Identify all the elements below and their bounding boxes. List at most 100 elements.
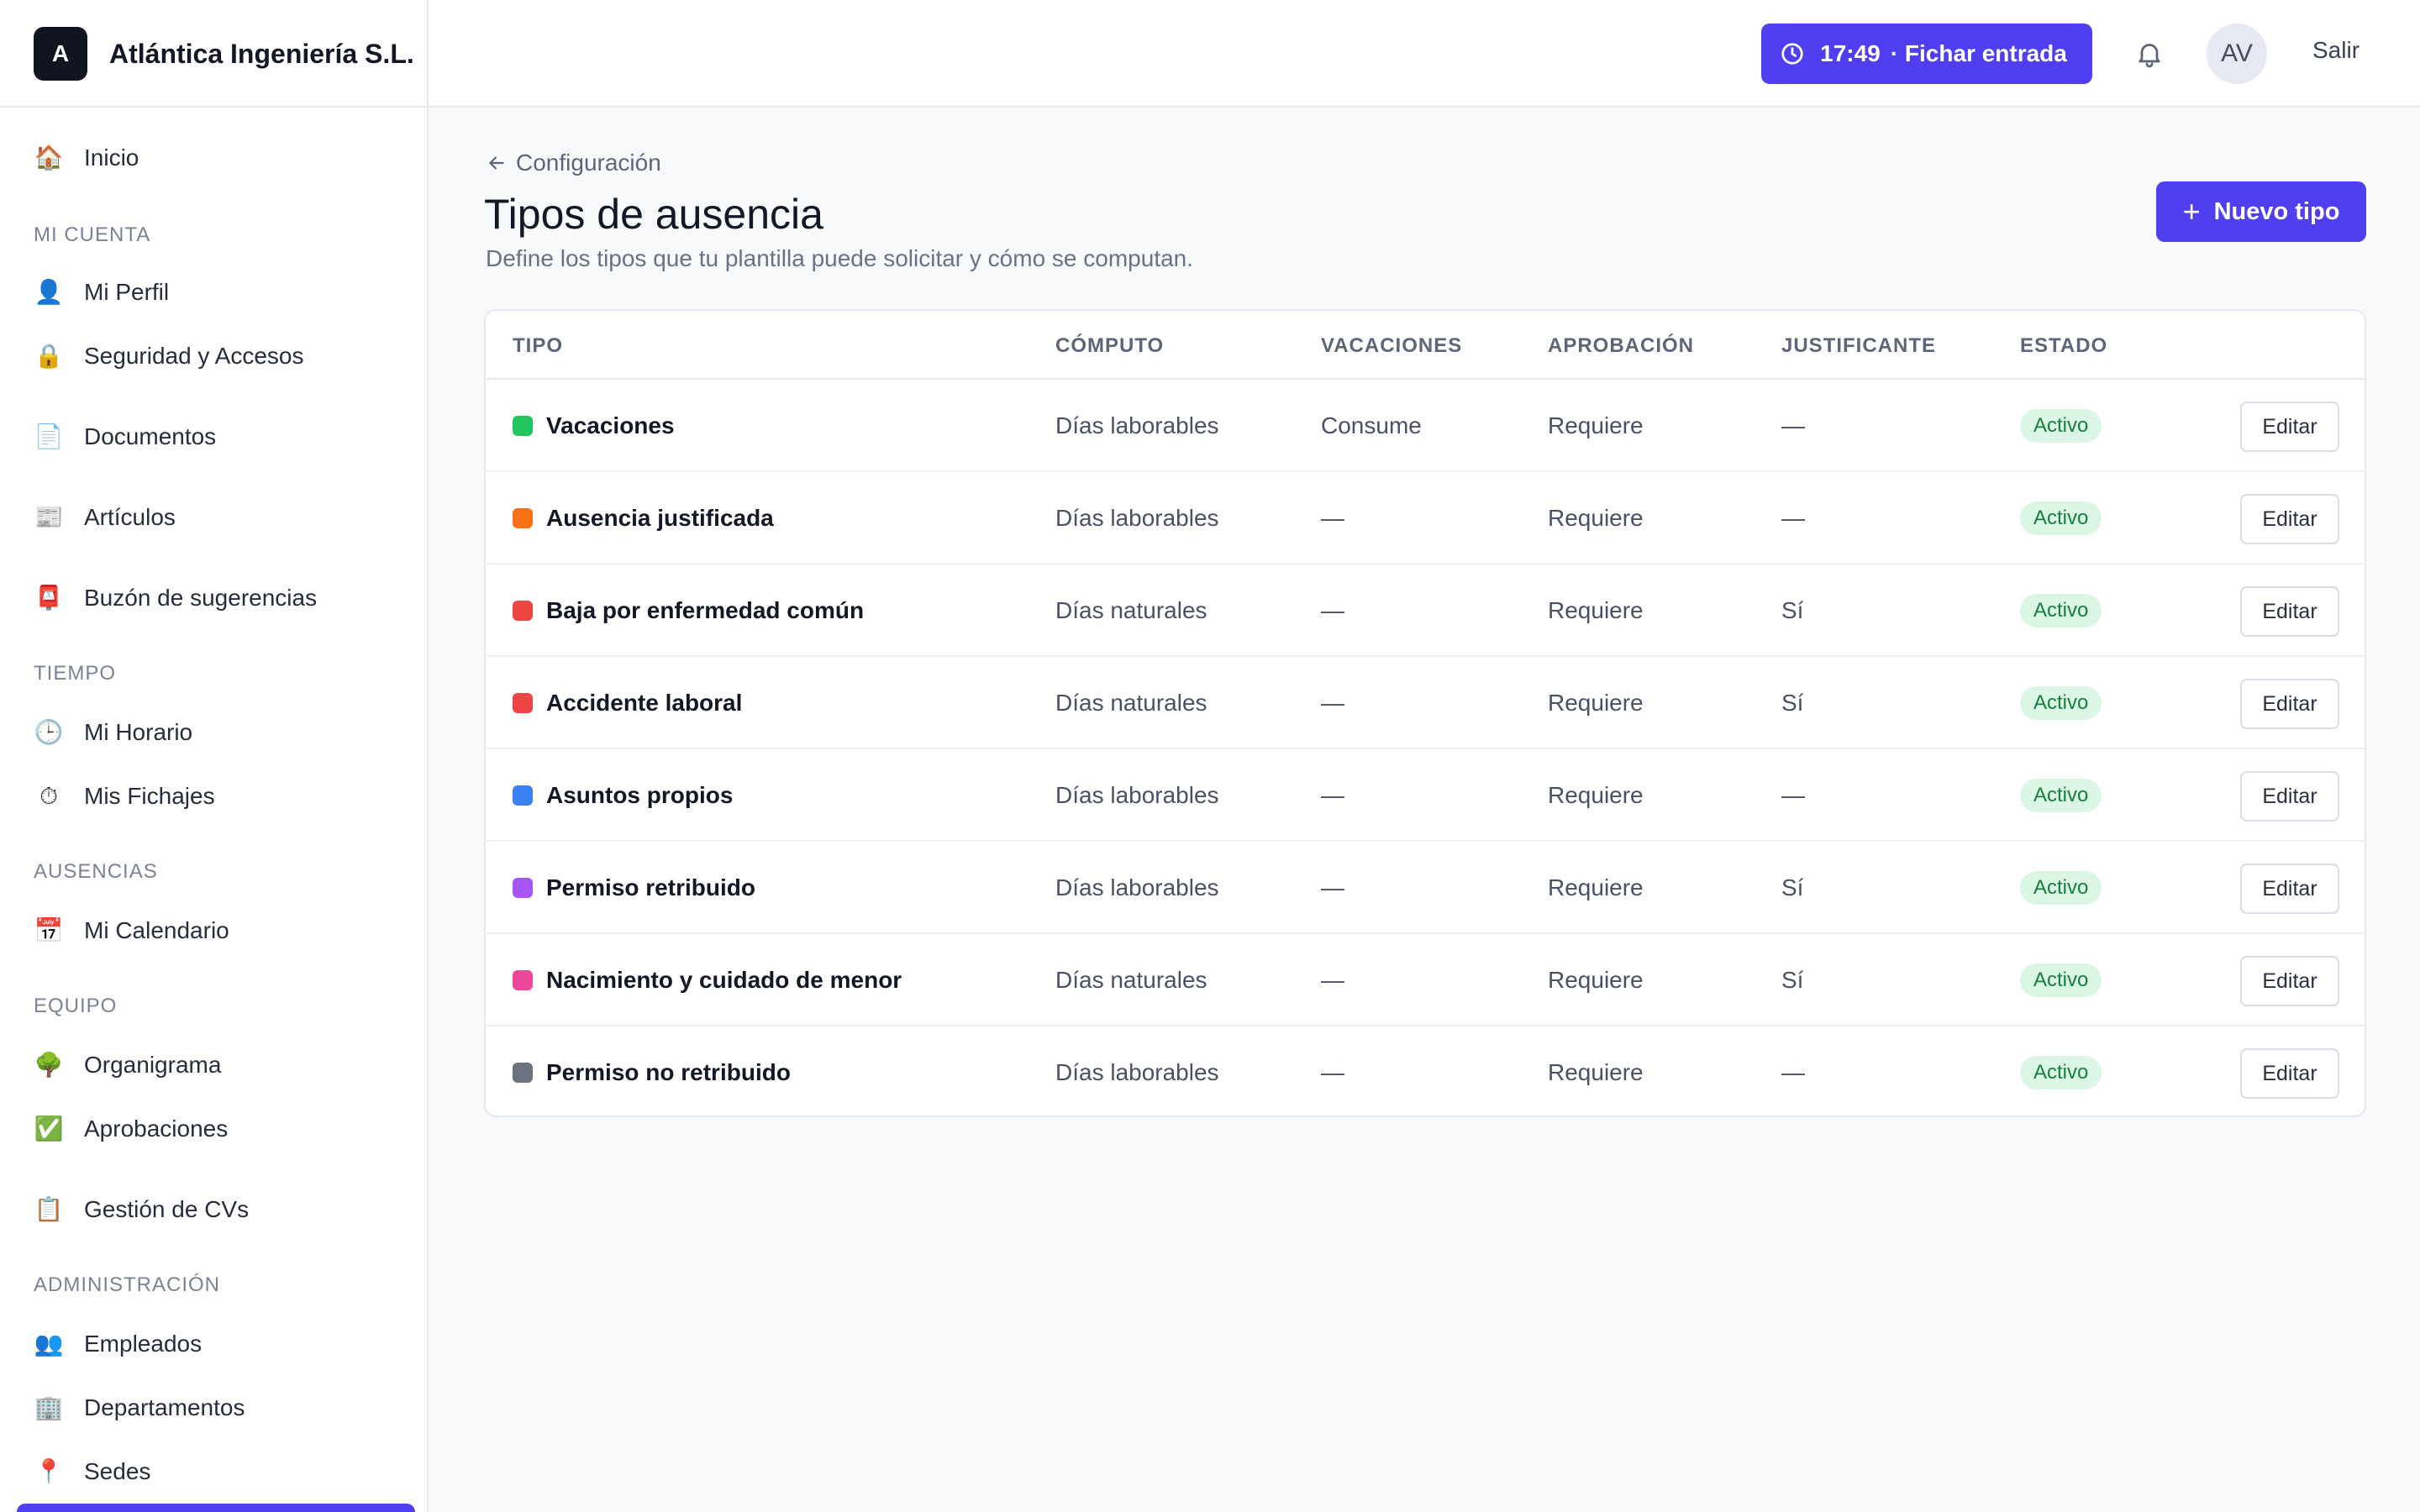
sidebar-item-organigrama[interactable]: 🌳 Organigrama (34, 1045, 222, 1085)
aprobacion-cell: Requiere (1548, 690, 1644, 716)
sidebar-item-seguridad[interactable]: 🔒 Seguridad y Accesos (34, 336, 304, 376)
computo-cell: Días naturales (1055, 967, 1207, 993)
clock-time: 17:49 (1820, 40, 1881, 66)
newspaper-icon: 📰 (34, 504, 64, 530)
page-title: Tipos de ausencia (484, 191, 823, 238)
sidebar-item-empleados[interactable]: 👥 Empleados (34, 1324, 203, 1364)
people-icon: 👥 (34, 1331, 64, 1357)
plus-icon: + (2182, 194, 2201, 228)
sidebar-item-label: Buzón de sugerencias (84, 585, 318, 611)
status-badge: Activo (2020, 963, 2102, 997)
sidebar-item-perfil[interactable]: 👤 Mi Perfil (34, 272, 170, 312)
sidebar-item-articulos[interactable]: 📰 Artículos (34, 497, 176, 538)
status-badge: Activo (2020, 686, 2102, 720)
edit-button[interactable]: Editar (2240, 402, 2339, 452)
aprobacion-cell: Requiere (1548, 412, 1644, 438)
aprobacion-cell: Requiere (1548, 597, 1644, 623)
sidebar-item-label: Seguridad y Accesos (84, 343, 304, 369)
breadcrumb-back-link[interactable]: Configuración (486, 150, 661, 176)
status-badge: Activo (2020, 501, 2102, 535)
notifications-bell-icon[interactable] (2129, 34, 2170, 74)
person-icon: 👤 (34, 279, 64, 305)
sidebar-item-cvs[interactable]: 📋 Gestión de CVs (34, 1189, 250, 1230)
edit-button[interactable]: Editar (2240, 1048, 2339, 1099)
sidebar-item-documentos[interactable]: 📄 Documentos (34, 417, 217, 457)
aprobacion-cell: Requiere (1548, 874, 1644, 900)
table-row: Vacaciones Días laborables Consume Requi… (486, 380, 2365, 472)
type-color-swatch (513, 878, 533, 898)
justificante-cell: — (1781, 1059, 1805, 1085)
section-ausencias: AUSENCIAS (34, 860, 158, 883)
estado-cell: Activo (2020, 1026, 2102, 1116)
sidebar-item-label: Mi Horario (84, 719, 193, 745)
type-cell: Asuntos propios (513, 749, 733, 842)
vacaciones-cell: — (1321, 874, 1344, 900)
aprobacion-cell: Requiere (1548, 1059, 1644, 1085)
table-row: Permiso retribuido Días laborables — Req… (486, 842, 2365, 934)
estado-cell: Activo (2020, 564, 2102, 657)
brand[interactable]: A Atlántica Ingeniería S.L. (0, 0, 429, 108)
type-name: Accidente laboral (546, 690, 743, 716)
type-cell: Permiso retribuido (513, 842, 755, 934)
sidebar-item-horario[interactable]: 🕒 Mi Horario (34, 712, 193, 753)
sidebar-item-sedes[interactable]: 📍 Sedes (34, 1452, 151, 1492)
lock-icon: 🔒 (34, 343, 64, 369)
vacaciones-cell: — (1321, 597, 1344, 623)
type-cell: Accidente laboral (513, 657, 742, 749)
sidebar-item-fichajes[interactable]: ⏱ Mis Fichajes (34, 776, 215, 816)
sidebar-item-calendario[interactable]: 📅 Mi Calendario (34, 911, 229, 951)
edit-button[interactable]: Editar (2240, 679, 2339, 729)
aprobacion-cell: Requiere (1548, 967, 1644, 993)
checkmark-icon: ✅ (34, 1116, 64, 1142)
type-color-swatch (513, 785, 533, 806)
clock-in-button[interactable]: 17:49 · Fichar entrada (1761, 24, 2092, 84)
table-row: Ausencia justificada Días laborables — R… (486, 472, 2365, 564)
clock-action: · Fichar entrada (1890, 40, 2067, 66)
sidebar-active-item[interactable] (17, 1504, 415, 1512)
type-cell: Ausencia justificada (513, 472, 774, 564)
column-header-vacaciones: VACACIONES (1321, 334, 1463, 357)
table-row: Accidente laboral Días naturales — Requi… (486, 657, 2365, 749)
edit-button[interactable]: Editar (2240, 494, 2339, 544)
sidebar-item-buzon[interactable]: 📮 Buzón de sugerencias (34, 578, 318, 618)
new-type-button[interactable]: + Nuevo tipo (2156, 181, 2366, 242)
section-mi-cuenta: MI CUENTA (34, 223, 151, 246)
status-badge: Activo (2020, 409, 2102, 443)
vacaciones-cell: Consume (1321, 412, 1422, 438)
estado-cell: Activo (2020, 472, 2102, 564)
type-cell: Permiso no retribuido (513, 1026, 791, 1116)
sidebar-item-label: Mi Calendario (84, 917, 229, 943)
user-avatar[interactable]: AV (2207, 24, 2267, 84)
edit-button[interactable]: Editar (2240, 956, 2339, 1006)
table-header: TIPO CÓMPUTO VACACIONES APROBACIÓN JUSTI… (486, 311, 2365, 380)
company-name: Atlántica Ingeniería S.L. (109, 38, 414, 69)
type-name: Asuntos propios (546, 782, 734, 808)
logout-link[interactable]: Salir (2312, 37, 2360, 64)
aprobacion-cell: Requiere (1548, 505, 1644, 531)
computo-cell: Días laborables (1055, 874, 1219, 900)
edit-button[interactable]: Editar (2240, 864, 2339, 914)
edit-button[interactable]: Editar (2240, 586, 2339, 637)
status-badge: Activo (2020, 779, 2102, 812)
vacaciones-cell: — (1321, 1059, 1344, 1085)
table-row: Nacimiento y cuidado de menor Días natur… (486, 934, 2365, 1026)
section-administracion: ADMINISTRACIÓN (34, 1273, 221, 1296)
edit-button[interactable]: Editar (2240, 771, 2339, 822)
type-name: Nacimiento y cuidado de menor (546, 967, 902, 993)
computo-cell: Días naturales (1055, 690, 1207, 716)
clock-icon: 🕒 (34, 719, 64, 745)
computo-cell: Días laborables (1055, 505, 1219, 531)
sidebar-item-inicio[interactable]: 🏠 Inicio (34, 138, 139, 178)
sidebar-item-aprobaciones[interactable]: ✅ Aprobaciones (34, 1109, 229, 1149)
vacaciones-cell: — (1321, 782, 1344, 808)
column-header-justificante: JUSTIFICANTE (1781, 334, 1937, 357)
justificante-cell: — (1781, 505, 1805, 531)
justificante-cell: Sí (1781, 967, 1804, 993)
sidebar-item-label: Gestión de CVs (84, 1196, 250, 1222)
table-row: Permiso no retribuido Días laborables — … (486, 1026, 2365, 1116)
type-color-swatch (513, 508, 533, 528)
section-tiempo: TIEMPO (34, 662, 117, 685)
sidebar: 🏠 Inicio MI CUENTA 👤 Mi Perfil 🔒 Segurid… (0, 108, 429, 1512)
sidebar-item-departamentos[interactable]: 🏢 Departamentos (34, 1388, 245, 1428)
type-cell: Nacimiento y cuidado de menor (513, 934, 902, 1026)
